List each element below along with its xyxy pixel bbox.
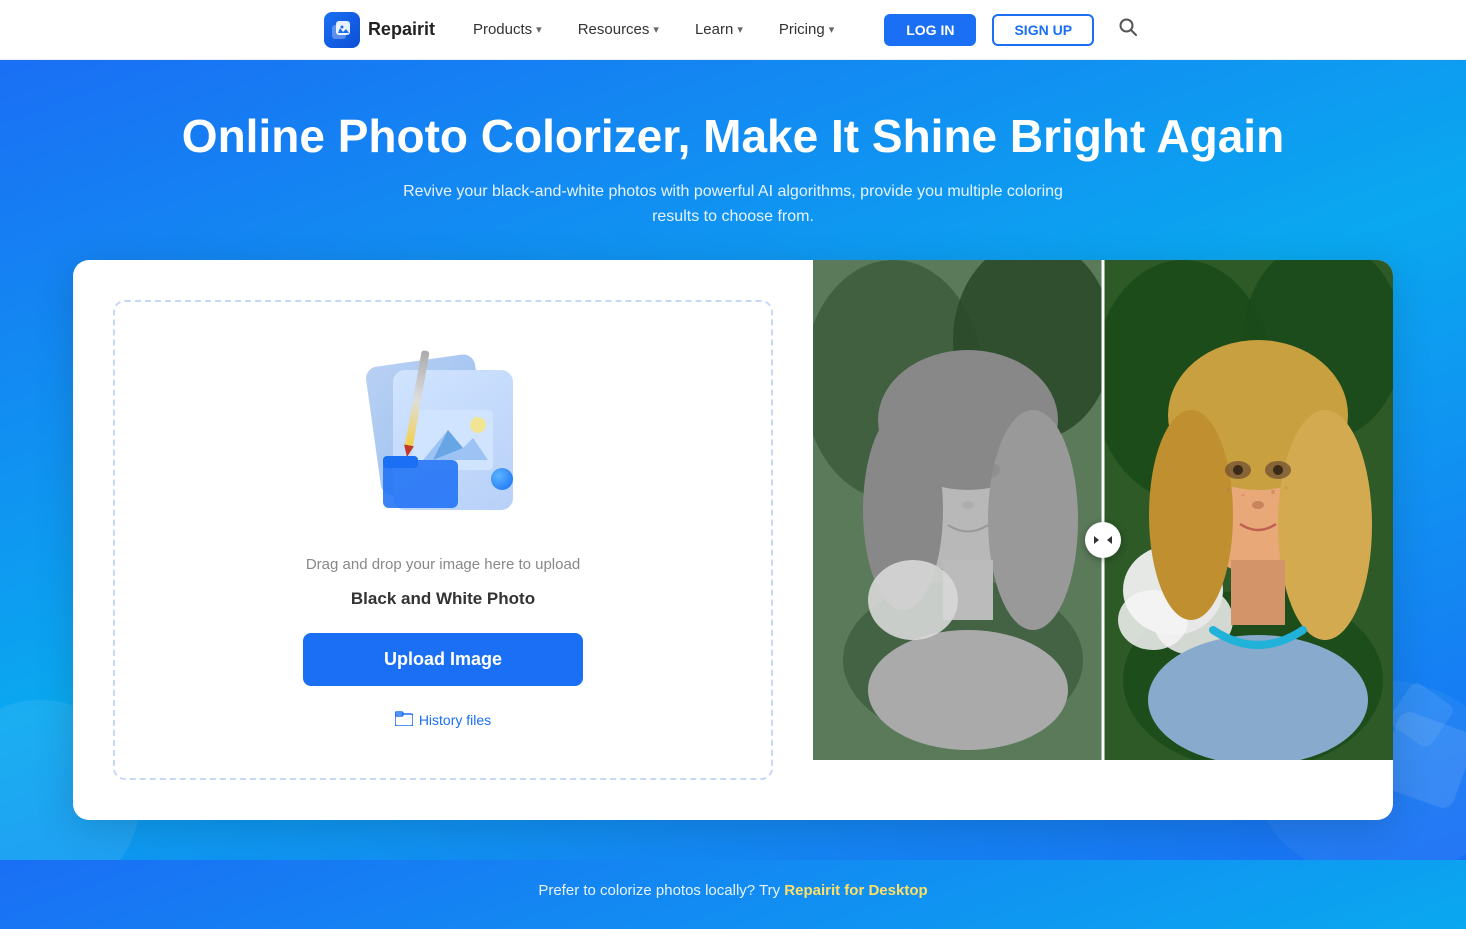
hero-title: Online Photo Colorizer, Make It Shine Br… — [20, 110, 1446, 163]
before-after-preview — [813, 260, 1393, 820]
brand-logo-icon — [324, 12, 360, 48]
preview-image-container — [813, 260, 1393, 820]
products-chevron-icon: ▾ — [536, 23, 542, 36]
history-files-link[interactable]: History files — [395, 710, 491, 731]
before-after-handle[interactable] — [1085, 522, 1121, 558]
brand-logo-link[interactable]: Repairit — [324, 12, 435, 48]
image-type-text: Black and White Photo — [351, 589, 535, 609]
drop-zone[interactable]: Drag and drop your image here to upload … — [113, 300, 773, 780]
image-after — [1103, 260, 1393, 760]
login-button[interactable]: LOG IN — [884, 14, 976, 46]
nav-products[interactable]: Products ▾ — [459, 13, 556, 46]
pricing-chevron-icon: ▾ — [829, 23, 835, 36]
signup-button[interactable]: SIGN UP — [992, 14, 1094, 46]
main-card: Drag and drop your image here to upload … — [73, 260, 1393, 820]
search-button[interactable] — [1114, 13, 1142, 47]
illus-folder — [383, 450, 463, 510]
nav-resources[interactable]: Resources ▾ — [564, 13, 673, 46]
footer-strip: Prefer to colorize photos locally? Try R… — [0, 860, 1466, 929]
brand-name: Repairit — [368, 19, 435, 40]
upload-button[interactable]: Upload Image — [303, 633, 583, 686]
nav-pricing[interactable]: Pricing ▾ — [765, 13, 848, 46]
navbar: Repairit Products ▾ Resources ▾ Learn ▾ … — [0, 0, 1466, 60]
deco-shape-2 — [1386, 680, 1456, 750]
hero-subtitle: Revive your black-and-white photos with … — [383, 179, 1083, 230]
search-icon — [1118, 17, 1138, 37]
upload-illustration — [343, 350, 543, 530]
nav-learn[interactable]: Learn ▾ — [681, 13, 757, 46]
illus-ball — [491, 468, 513, 490]
image-before — [813, 260, 1103, 760]
footer-desktop-link[interactable]: Repairit for Desktop — [784, 882, 927, 899]
upload-section: Drag and drop your image here to upload … — [73, 260, 813, 820]
learn-chevron-icon: ▾ — [737, 23, 743, 36]
drag-drop-text: Drag and drop your image here to upload — [306, 556, 580, 573]
history-icon — [395, 710, 413, 731]
resources-chevron-icon: ▾ — [653, 23, 659, 36]
hero-section: Online Photo Colorizer, Make It Shine Br… — [0, 60, 1466, 860]
footer-text: Prefer to colorize photos locally? Try — [538, 882, 784, 899]
